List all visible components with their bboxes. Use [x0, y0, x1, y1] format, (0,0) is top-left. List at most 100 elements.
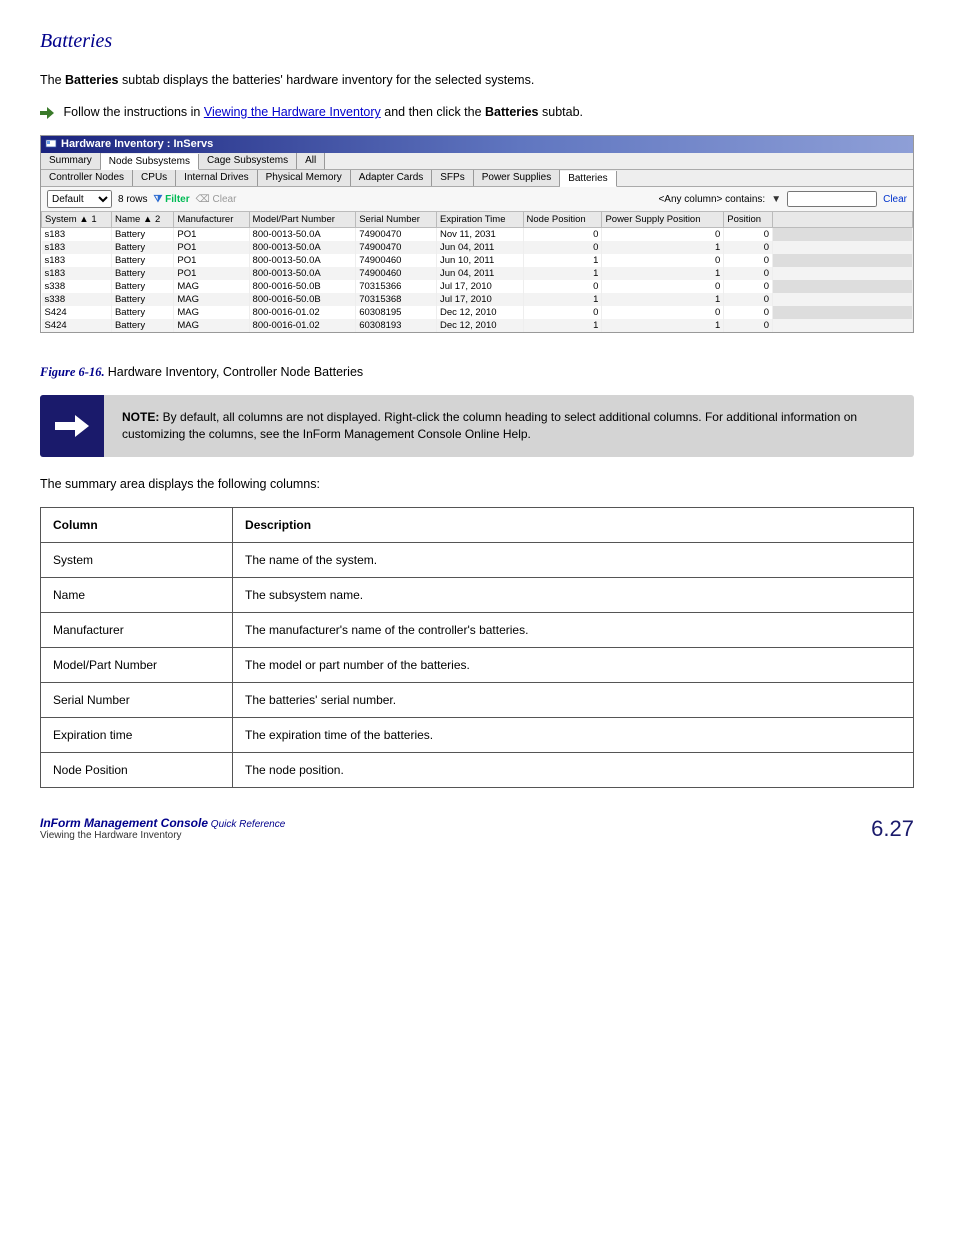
grid-header[interactable]: Expiration Time: [437, 212, 524, 228]
subtab-sfps[interactable]: SFPs: [432, 170, 473, 186]
table-cell: s183: [42, 228, 112, 242]
table-cell: 800-0016-01.02: [249, 306, 356, 319]
clear-filter-button[interactable]: ⌫ Clear: [196, 194, 237, 205]
grid-header[interactable]: Manufacturer: [174, 212, 249, 228]
table-cell: 800-0016-01.02: [249, 319, 356, 332]
dropdown-icon[interactable]: ▼: [771, 194, 781, 205]
table-cell: s183: [42, 267, 112, 280]
colhdr-description: Description: [233, 508, 914, 543]
column-name-cell: Node Position: [41, 753, 233, 788]
note-body: By default, all columns are not displaye…: [122, 410, 857, 441]
subtab-physical-memory[interactable]: Physical Memory: [258, 170, 351, 186]
table-cell: 1: [523, 254, 602, 267]
grid-header[interactable]: System ▲ 1: [42, 212, 112, 228]
table-cell: 0: [523, 241, 602, 254]
sub-tab-row: Controller NodesCPUsInternal DrivesPhysi…: [41, 170, 913, 187]
table-row[interactable]: s183BatteryPO1800-0013-50.0A74900460Jun …: [42, 254, 913, 267]
table-cell: 1: [602, 267, 724, 280]
panel-title-label: Hardware Inventory : InServs: [61, 138, 213, 150]
column-set-select[interactable]: Default: [47, 190, 112, 208]
table-row[interactable]: s183BatteryPO1800-0013-50.0A74900470Nov …: [42, 228, 913, 242]
table-cell: Dec 12, 2010: [437, 319, 524, 332]
table-row[interactable]: S424BatteryMAG800-0016-01.0260308195Dec …: [42, 306, 913, 319]
grid-header[interactable]: [773, 212, 913, 228]
tab-cage-subsystems[interactable]: Cage Subsystems: [199, 153, 297, 169]
table-row[interactable]: s183BatteryPO1800-0013-50.0A74900470Jun …: [42, 241, 913, 254]
table-row[interactable]: s338BatteryMAG800-0016-50.0B70315366Jul …: [42, 280, 913, 293]
rows-count-label: 8 rows: [118, 194, 147, 205]
table-cell: S424: [42, 306, 112, 319]
table-cell: Jun 04, 2011: [437, 241, 524, 254]
column-description-row: Model/Part NumberThe model or part numbe…: [41, 648, 914, 683]
table-cell: 800-0016-50.0B: [249, 280, 356, 293]
subtab-power-supplies[interactable]: Power Supplies: [474, 170, 560, 186]
table-cell: 1: [523, 293, 602, 306]
table-cell: 74900470: [356, 228, 437, 242]
table-cell: Battery: [111, 241, 173, 254]
table-cell: 0: [523, 228, 602, 242]
page-number: 6.27: [871, 816, 914, 842]
filter-input[interactable]: [787, 191, 877, 207]
table-cell: PO1: [174, 254, 249, 267]
table-cell: 800-0013-50.0A: [249, 228, 356, 242]
intro-paragraph: The Batteries subtab displays the batter…: [40, 71, 914, 89]
table-cell: [773, 254, 913, 267]
table-cell: 800-0013-50.0A: [249, 254, 356, 267]
table-cell: 800-0013-50.0A: [249, 241, 356, 254]
table-cell: 1: [523, 319, 602, 332]
column-desc-cell: The batteries' serial number.: [233, 683, 914, 718]
table-cell: Battery: [111, 228, 173, 242]
grid-header[interactable]: Serial Number: [356, 212, 437, 228]
toolbar: Default 8 rows ⧩ Filter ⌫ Clear <Any col…: [41, 187, 913, 211]
table-cell: 0: [724, 293, 773, 306]
table-cell: [773, 280, 913, 293]
column-desc-cell: The node position.: [233, 753, 914, 788]
clear-link[interactable]: Clear: [883, 194, 907, 205]
table-row[interactable]: s183BatteryPO1800-0013-50.0A74900460Jun …: [42, 267, 913, 280]
grid-header[interactable]: Model/Part Number: [249, 212, 356, 228]
subtab-internal-drives[interactable]: Internal Drives: [176, 170, 257, 186]
subtab-adapter-cards[interactable]: Adapter Cards: [351, 170, 432, 186]
tab-all[interactable]: All: [297, 153, 325, 169]
grid-header[interactable]: Power Supply Position: [602, 212, 724, 228]
subtab-batteries[interactable]: Batteries: [560, 171, 616, 187]
table-cell: 0: [724, 306, 773, 319]
footer-chapter-label: Viewing the Hardware Inventory: [40, 830, 182, 841]
column-description-row: SystemThe name of the system.: [41, 543, 914, 578]
table-cell: MAG: [174, 280, 249, 293]
subtab-controller-nodes[interactable]: Controller Nodes: [41, 170, 133, 186]
tab-summary[interactable]: Summary: [41, 153, 101, 169]
bullet-text-a: Follow the instructions in: [63, 105, 203, 119]
table-cell: [773, 293, 913, 306]
top-tab-row: SummaryNode SubsystemsCage SubsystemsAll: [41, 153, 913, 170]
table-cell: 1: [602, 293, 724, 306]
tab-node-subsystems[interactable]: Node Subsystems: [101, 154, 199, 170]
table-cell: 0: [724, 267, 773, 280]
table-cell: 0: [724, 228, 773, 242]
table-cell: 0: [523, 306, 602, 319]
subtab-cpus[interactable]: CPUs: [133, 170, 176, 186]
section-heading: Batteries: [40, 30, 914, 53]
grid-header[interactable]: Name ▲ 2: [111, 212, 173, 228]
grid-header[interactable]: Node Position: [523, 212, 602, 228]
figure-caption-text: Hardware Inventory, Controller Node Batt…: [108, 365, 363, 379]
bullet-bold: Batteries: [485, 105, 539, 119]
grid-header[interactable]: Position: [724, 212, 773, 228]
column-desc-cell: The name of the system.: [233, 543, 914, 578]
table-cell: PO1: [174, 241, 249, 254]
table-row[interactable]: S424BatteryMAG800-0016-01.0260308193Dec …: [42, 319, 913, 332]
table-row[interactable]: s338BatteryMAG800-0016-50.0B70315368Jul …: [42, 293, 913, 306]
filter-icon: ⧩: [153, 194, 165, 205]
table-cell: s338: [42, 293, 112, 306]
table-cell: 70315368: [356, 293, 437, 306]
link-viewing-hardware-inventory[interactable]: Viewing the Hardware Inventory: [204, 105, 381, 119]
table-cell: 800-0016-50.0B: [249, 293, 356, 306]
table-cell: 0: [724, 241, 773, 254]
table-cell: s183: [42, 241, 112, 254]
filter-button[interactable]: ⧩ Filter: [153, 194, 189, 205]
filter-label: Filter: [165, 194, 189, 205]
eraser-icon: ⌫: [196, 194, 213, 205]
intro-text-b: subtab displays the batteries' hardware …: [119, 73, 535, 87]
colhdr-column: Column: [41, 508, 233, 543]
table-cell: MAG: [174, 319, 249, 332]
